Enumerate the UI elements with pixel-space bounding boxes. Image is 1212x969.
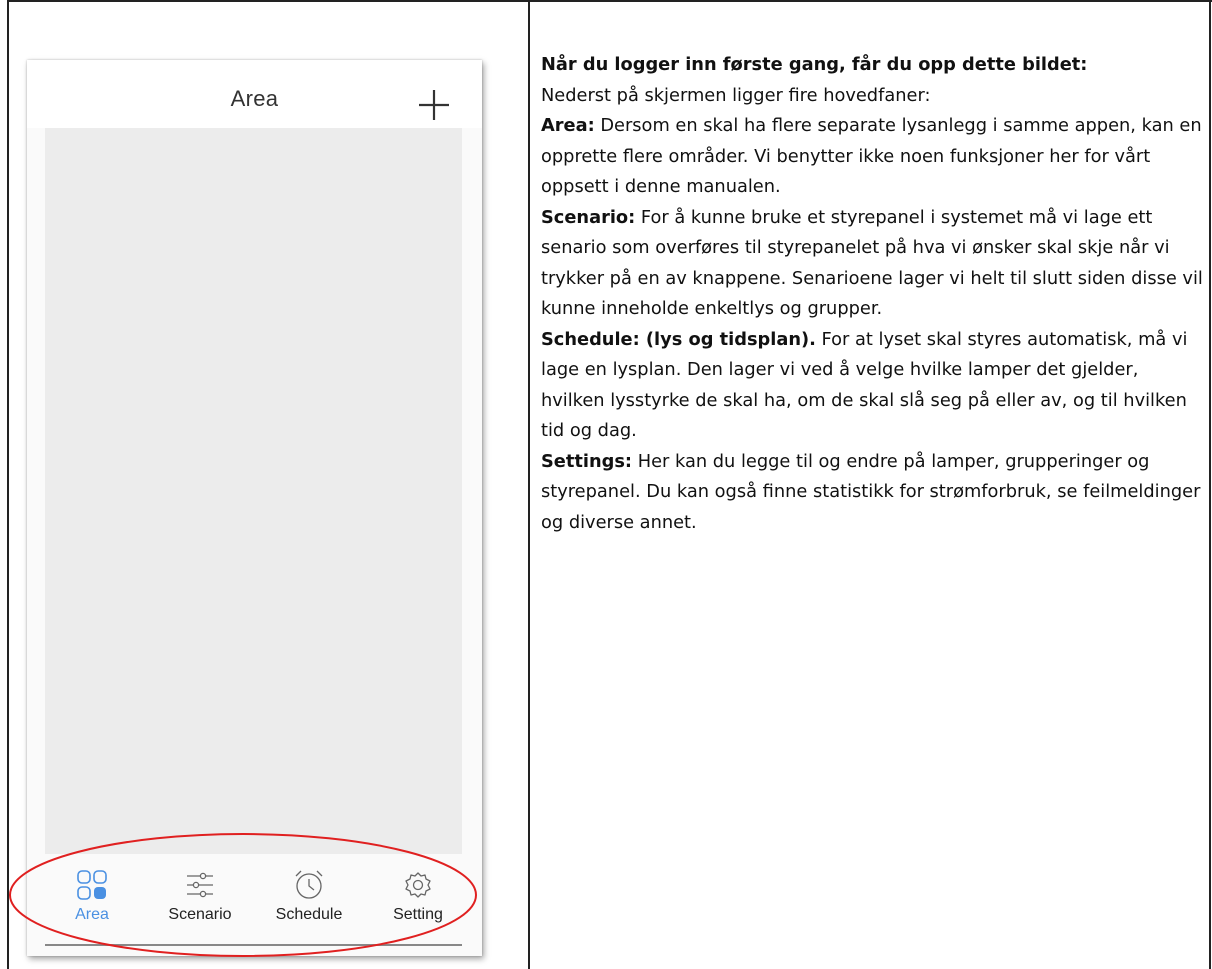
table-border-left (7, 0, 9, 969)
section-scenario: Scenario: For å kunne bruke et styrepane… (541, 203, 1206, 325)
tab-area-label: Area (75, 906, 109, 923)
section-schedule: Schedule: (lys og tidsplan). For at lyse… (541, 325, 1206, 447)
tab-scenario-label: Scenario (168, 906, 232, 923)
phone-screenshot: Area Area Scenario Schedule Setting (27, 60, 482, 956)
home-indicator (45, 944, 462, 946)
table-border-right (1209, 0, 1211, 969)
tab-scenario[interactable]: Scenario (145, 868, 255, 942)
section-area: Area: Dersom en skal ha flere separate l… (541, 111, 1206, 203)
tab-area[interactable]: Area (37, 868, 147, 942)
section-settings: Settings: Her kan du legge til og endre … (541, 447, 1206, 539)
instructions-text: Når du logger inn første gang, får du op… (541, 50, 1206, 538)
sliders-icon (187, 872, 213, 898)
section-text: Her kan du legge til og endre på lamper,… (541, 450, 1201, 533)
alarm-clock-icon (295, 870, 323, 899)
tab-setting-label: Setting (393, 906, 443, 923)
gear-icon (405, 872, 431, 898)
section-term: Area: (541, 115, 595, 136)
page-title: Area (230, 86, 279, 111)
area-grid-icon (77, 870, 107, 900)
table-border-top (7, 0, 1212, 2)
section-term: Schedule: (lys og tidsplan). (541, 328, 816, 350)
instructions-intro: Nederst på skjermen ligger fire hovedfan… (541, 84, 931, 106)
bottom-tab-bar: Area Scenario Schedule Setting (27, 854, 482, 956)
add-area-button[interactable] (417, 88, 451, 122)
section-text: Dersom en skal ha flere separate lysanle… (541, 115, 1202, 197)
table-column-divider (528, 0, 530, 969)
section-term: Scenario: (541, 206, 636, 228)
tab-schedule-label: Schedule (275, 906, 343, 923)
section-term: Settings: (541, 450, 633, 472)
section-text: For å kunne bruke et styrepanel i system… (541, 206, 1203, 320)
app-header: Area (27, 60, 482, 128)
area-list (45, 128, 462, 854)
tab-schedule[interactable]: Schedule (254, 868, 364, 942)
tab-setting[interactable]: Setting (363, 868, 473, 942)
plus-icon (419, 90, 449, 120)
instructions-heading: Når du logger inn første gang, får du op… (541, 54, 1088, 75)
